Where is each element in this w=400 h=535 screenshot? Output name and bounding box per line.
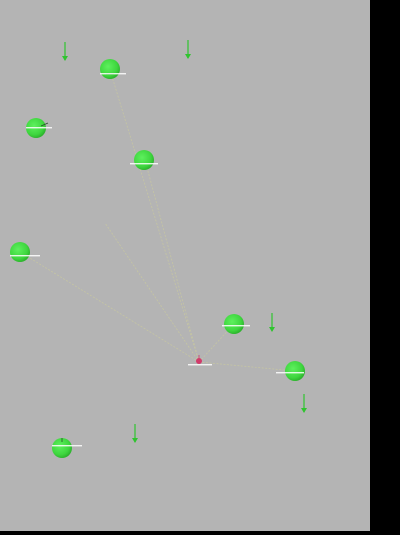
label-marks bbox=[10, 73, 304, 447]
node-layer[interactable] bbox=[10, 59, 305, 458]
play-field[interactable] bbox=[0, 0, 370, 531]
label-mark bbox=[100, 73, 126, 75]
link-layer bbox=[19, 69, 296, 372]
label-mark bbox=[222, 325, 250, 327]
link-to-node-left bbox=[19, 251, 200, 363]
green-sphere-icon[interactable] bbox=[285, 361, 305, 381]
label-mark bbox=[130, 163, 158, 165]
hub-marker-icon[interactable] bbox=[196, 358, 202, 364]
label-mark bbox=[276, 372, 304, 374]
green-sphere-icon[interactable] bbox=[10, 242, 30, 262]
hub[interactable] bbox=[196, 355, 202, 364]
down-arrow-icon bbox=[62, 42, 68, 61]
right-border bbox=[370, 0, 400, 535]
node-bottom-left[interactable] bbox=[52, 438, 72, 458]
node-right[interactable] bbox=[285, 361, 305, 381]
link-to-node-right bbox=[198, 361, 296, 372]
down-arrow-icon bbox=[132, 424, 138, 443]
link-to-node-upper-mid bbox=[144, 159, 200, 363]
green-sphere-icon[interactable] bbox=[134, 150, 154, 170]
label-mark bbox=[188, 364, 212, 366]
node-mid-right[interactable] bbox=[224, 314, 244, 334]
game-scene[interactable] bbox=[0, 0, 370, 531]
node-left[interactable] bbox=[10, 242, 30, 262]
node-upper-mid[interactable] bbox=[134, 150, 154, 170]
link-to-waypoint bbox=[104, 222, 200, 363]
arrow-layer bbox=[62, 40, 307, 443]
green-sphere-icon[interactable] bbox=[224, 314, 244, 334]
label-mark bbox=[10, 255, 40, 257]
down-arrow-icon bbox=[269, 313, 275, 332]
game-viewport[interactable] bbox=[0, 0, 400, 535]
green-sphere-icon[interactable] bbox=[100, 59, 120, 79]
label-mark bbox=[26, 127, 52, 129]
down-arrow-icon bbox=[185, 40, 191, 59]
link-to-node-top bbox=[109, 69, 200, 363]
down-arrow-icon bbox=[301, 394, 307, 413]
label-mark bbox=[52, 445, 82, 447]
node-top[interactable] bbox=[100, 59, 120, 79]
